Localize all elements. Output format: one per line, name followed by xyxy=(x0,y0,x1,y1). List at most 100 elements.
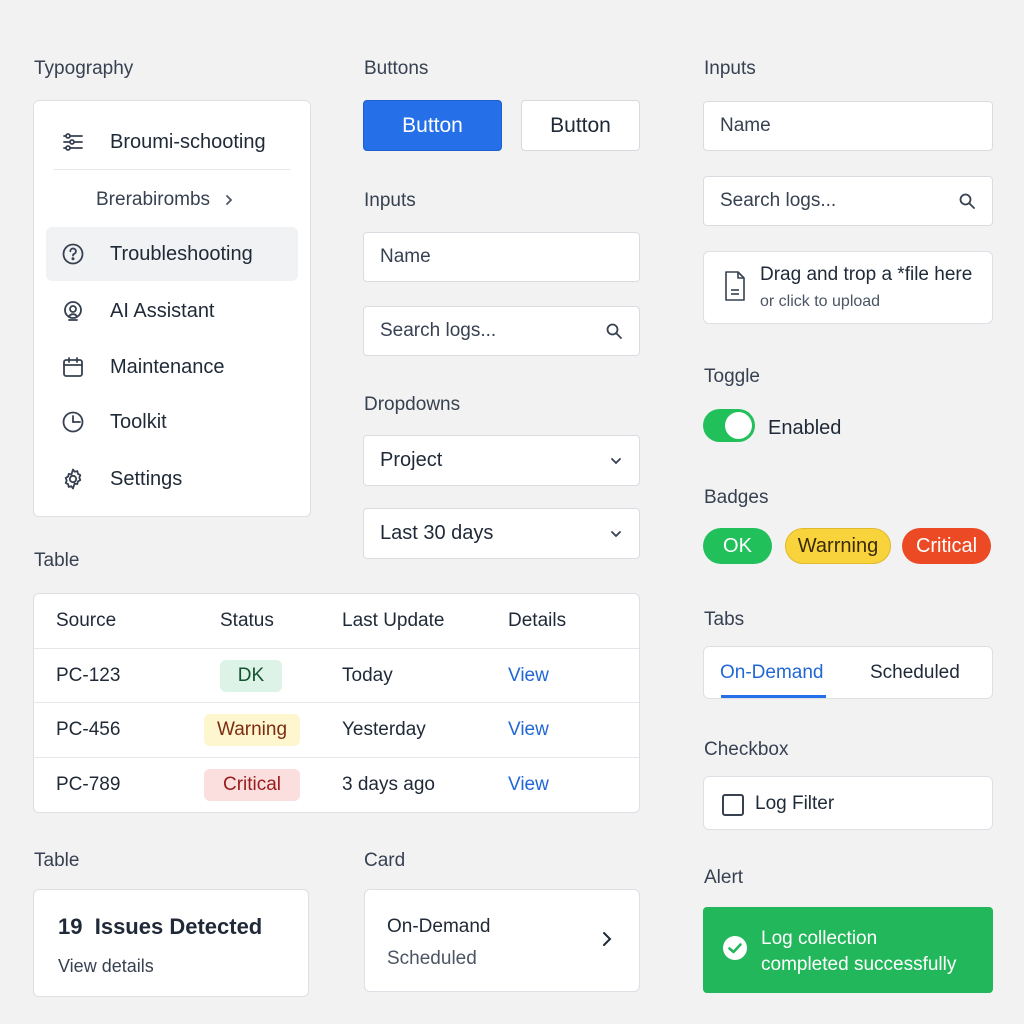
section-title-table: Table xyxy=(34,550,80,571)
alert-line-2: completed successfully xyxy=(761,954,957,975)
table-header-source: Source xyxy=(56,610,117,631)
tab-on-demand[interactable]: On-Demand xyxy=(720,662,824,684)
alert-message: Log collection completed successfully xyxy=(761,926,956,978)
search-input-right[interactable]: Search logs... xyxy=(703,176,993,226)
table-divider xyxy=(34,702,639,703)
file-icon xyxy=(724,270,746,302)
issues-label: Issues Detected xyxy=(94,914,263,939)
alert-line-1: Log collection xyxy=(761,928,878,949)
search-icon[interactable] xyxy=(958,192,976,210)
card-title: On-Demand xyxy=(387,916,491,937)
sidebar-item-toolkit[interactable]: Toolkit xyxy=(46,395,298,449)
search-input[interactable]: Search logs... xyxy=(363,306,640,356)
issues-title: 19 Issues Detected xyxy=(58,914,262,940)
view-details-link[interactable]: View details xyxy=(58,956,154,977)
dropdown-value: Last 30 days xyxy=(380,522,494,544)
badge-ok: OK xyxy=(703,528,772,564)
assistant-icon xyxy=(60,298,86,324)
table-cell-source: PC-456 xyxy=(56,719,121,740)
help-circle-icon xyxy=(60,241,86,267)
sidebar-item-label: AI Assistant xyxy=(110,299,215,322)
sidebar-item-ai-assistant[interactable]: AI Assistant xyxy=(46,284,298,338)
upload-title: Drag and trop a *file here xyxy=(760,264,973,285)
section-title-dropdowns: Dropdowns xyxy=(364,394,461,415)
sidebar-nav: Broumi-schooting Brerabirombs Troublesho… xyxy=(33,100,311,517)
chevron-right-icon[interactable] xyxy=(599,930,615,948)
tab-scheduled[interactable]: Scheduled xyxy=(870,662,960,684)
view-link[interactable]: View xyxy=(508,774,549,796)
issues-count: 19 xyxy=(58,914,83,939)
card-subtitle: Scheduled xyxy=(387,948,477,969)
sliders-icon xyxy=(60,129,86,155)
file-upload-dropzone[interactable]: Drag and trop a *file here or click to u… xyxy=(703,251,993,324)
section-title-toggle: Toggle xyxy=(704,366,760,387)
check-circle-icon xyxy=(722,935,748,961)
checkbox-label: Log Filter xyxy=(755,793,835,814)
table-cell-updated: Yesterday xyxy=(342,719,426,740)
toggle-label: Enabled xyxy=(768,417,842,439)
enabled-toggle[interactable] xyxy=(703,409,755,442)
sidebar-item-label: Broumi-schooting xyxy=(110,130,266,153)
status-badge-warning: Warning xyxy=(204,714,300,746)
status-badge-critical: Critical xyxy=(204,769,300,801)
search-placeholder: Search logs... xyxy=(380,320,497,341)
log-filter-checkbox-row[interactable]: Log Filter xyxy=(703,776,993,830)
upload-subtitle: or click to upload xyxy=(760,293,881,310)
search-placeholder: Search logs... xyxy=(720,190,837,211)
badge-critical: Critical xyxy=(902,528,991,564)
section-title-typography: Typography xyxy=(34,58,134,79)
view-link[interactable]: View xyxy=(508,719,549,741)
sidebar-item-maintenance[interactable]: Maintenance xyxy=(46,340,298,394)
issues-card[interactable]: 19 Issues Detected View details xyxy=(33,889,309,997)
section-title-table-2: Table xyxy=(34,850,80,871)
sidebar-item-label: Settings xyxy=(110,467,183,490)
log-filter-checkbox[interactable] xyxy=(722,794,744,816)
table-cell-updated: 3 days ago xyxy=(342,774,435,795)
table-divider xyxy=(34,648,639,649)
date-range-dropdown[interactable]: Last 30 days xyxy=(363,508,640,559)
badge-warning: Warrning xyxy=(785,528,891,564)
table-header-status: Status xyxy=(220,610,274,631)
toggle-knob xyxy=(725,412,752,439)
name-placeholder: Name xyxy=(720,115,771,136)
table-header-details: Details xyxy=(508,610,567,631)
section-title-card: Card xyxy=(364,850,406,871)
logs-table: Source Status Last Update Details PC-123… xyxy=(33,593,640,813)
section-title-tabs: Tabs xyxy=(704,609,745,630)
view-link[interactable]: View xyxy=(508,665,549,687)
name-field[interactable]: Name xyxy=(363,232,640,282)
table-cell-updated: Today xyxy=(342,665,393,686)
sidebar-item-label: Toolkit xyxy=(110,410,167,433)
sidebar-item-settings[interactable]: Settings xyxy=(46,452,298,506)
calendar-icon xyxy=(60,354,86,380)
sidebar-item-troubleshooting[interactable]: Troubleshooting xyxy=(46,227,298,281)
table-divider xyxy=(34,757,639,758)
gauge-icon xyxy=(60,409,86,435)
section-title-checkbox: Checkbox xyxy=(704,739,789,760)
success-alert: Log collection completed successfully xyxy=(703,907,993,993)
status-badge-ok: DK xyxy=(220,660,282,692)
name-placeholder: Name xyxy=(380,246,431,267)
project-dropdown[interactable]: Project xyxy=(363,435,640,486)
section-title-inputs-right: Inputs xyxy=(704,58,756,79)
chevron-right-icon xyxy=(222,193,236,207)
section-title-badges: Badges xyxy=(704,487,769,508)
sidebar-divider xyxy=(54,169,290,170)
chevron-down-icon xyxy=(609,454,623,468)
schedule-card[interactable]: On-Demand Scheduled xyxy=(364,889,640,992)
sidebar-item-label: Maintenance xyxy=(110,355,225,378)
sidebar-item-label: Troubleshooting xyxy=(110,242,253,265)
sidebar-item-label: Brerabirombs xyxy=(96,189,211,210)
tab-active-indicator xyxy=(721,695,826,698)
table-header-last-update: Last Update xyxy=(342,610,445,631)
name-field-right[interactable]: Name xyxy=(703,101,993,151)
tabs-bar: On-Demand Scheduled xyxy=(703,646,993,699)
search-icon[interactable] xyxy=(605,322,623,340)
sidebar-subitem-brerabirombs[interactable]: Brerabirombs xyxy=(46,173,298,227)
sidebar-item-broumi-schooting[interactable]: Broumi-schooting xyxy=(46,115,298,169)
secondary-button[interactable]: Button xyxy=(521,100,640,151)
primary-button[interactable]: Button xyxy=(363,100,502,151)
section-title-buttons: Buttons xyxy=(364,58,429,79)
table-cell-source: PC-123 xyxy=(56,665,121,686)
section-title-inputs: Inputs xyxy=(364,190,416,211)
